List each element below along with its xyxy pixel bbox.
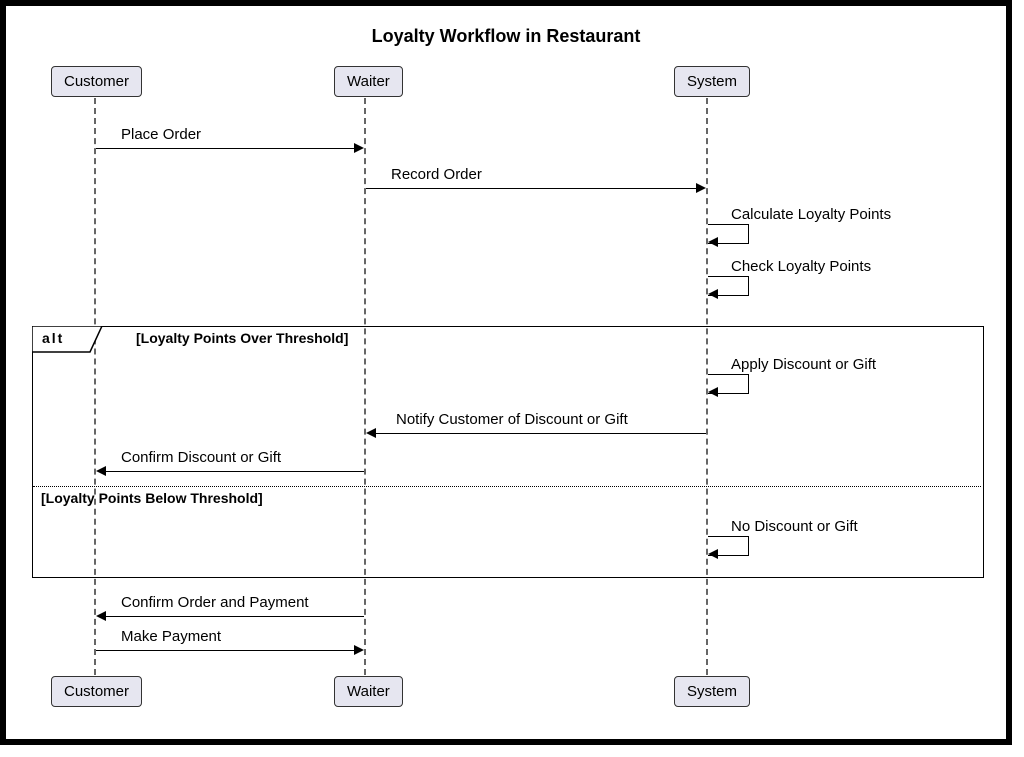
alt-divider <box>33 486 981 487</box>
msg-confirm-order: Confirm Order and Payment <box>121 594 309 611</box>
arrowhead-confirm-order <box>96 611 106 621</box>
msg-calc-points: Calculate Loyalty Points <box>731 206 891 223</box>
participant-system-bottom: System <box>674 676 750 707</box>
arrowhead-apply-discount <box>708 387 718 397</box>
arrowhead-check-points <box>708 289 718 299</box>
participant-customer-top: Customer <box>51 66 142 97</box>
arrow-record-order <box>366 188 696 189</box>
arrow-notify-customer <box>376 433 706 434</box>
arrowhead-calc-points <box>708 237 718 247</box>
participant-waiter-bottom: Waiter <box>334 676 403 707</box>
msg-check-points: Check Loyalty Points <box>731 258 871 275</box>
arrowhead-notify-customer <box>366 428 376 438</box>
msg-confirm-discount: Confirm Discount or Gift <box>121 449 281 466</box>
msg-record-order: Record Order <box>391 166 482 183</box>
msg-notify-customer: Notify Customer of Discount or Gift <box>396 411 628 428</box>
alt-guard-2: [Loyalty Points Below Threshold] <box>41 490 263 506</box>
participant-system-top: System <box>674 66 750 97</box>
arrowhead-record-order <box>696 183 706 193</box>
msg-no-discount: No Discount or Gift <box>731 518 858 535</box>
msg-place-order: Place Order <box>121 126 201 143</box>
participant-waiter-top: Waiter <box>334 66 403 97</box>
arrow-confirm-order <box>106 616 364 617</box>
arrowhead-make-payment <box>354 645 364 655</box>
alt-label: alt <box>42 330 64 346</box>
arrow-confirm-discount <box>106 471 364 472</box>
arrow-place-order <box>96 148 354 149</box>
arrow-make-payment <box>96 650 354 651</box>
diagram-frame: Loyalty Workflow in Restaurant Customer … <box>0 0 1012 745</box>
msg-make-payment: Make Payment <box>121 628 221 645</box>
arrowhead-no-discount <box>708 549 718 559</box>
msg-apply-discount: Apply Discount or Gift <box>731 356 876 373</box>
diagram-title: Loyalty Workflow in Restaurant <box>6 6 1006 47</box>
participant-customer-bottom: Customer <box>51 676 142 707</box>
arrowhead-place-order <box>354 143 364 153</box>
alt-guard-1: [Loyalty Points Over Threshold] <box>136 330 348 346</box>
arrowhead-confirm-discount <box>96 466 106 476</box>
